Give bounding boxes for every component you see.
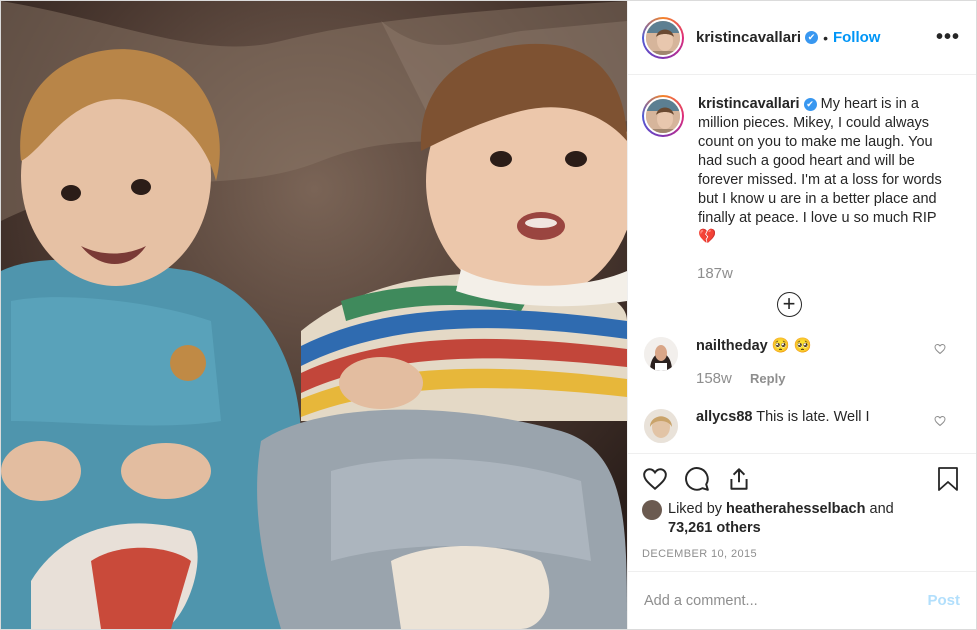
caption-username[interactable]: kristincavallari xyxy=(698,96,800,112)
share-icon[interactable] xyxy=(726,466,752,492)
comment-text: 🥺 🥺 xyxy=(771,338,812,354)
likes-summary: Liked by heatherahesselbach and 73,261 o… xyxy=(642,500,960,538)
liker-avatar[interactable] xyxy=(642,500,662,520)
comment-item: nailtheday 🥺 🥺 158w Reply xyxy=(642,337,960,387)
commenter-avatar[interactable] xyxy=(644,337,678,371)
likes-count[interactable]: 73,261 others xyxy=(668,520,761,536)
post-photo[interactable] xyxy=(1,1,627,629)
comment-username[interactable]: nailtheday xyxy=(696,338,768,354)
more-options-icon[interactable]: ••• xyxy=(936,26,960,49)
post-date[interactable]: DECEMBER 10, 2015 xyxy=(642,548,960,560)
comment-body: nailtheday 🥺 🥺 158w Reply xyxy=(696,337,812,387)
post-comment-button[interactable]: Post xyxy=(927,592,960,609)
action-icons-row xyxy=(642,466,960,492)
caption-verified-icon: ✔ xyxy=(803,97,817,111)
caption-author-avatar[interactable] xyxy=(642,95,684,137)
comments-section[interactable]: kristincavallari ✔ My heart is in a milli… xyxy=(628,75,976,453)
like-comment-heart-icon[interactable] xyxy=(934,415,946,427)
author-username[interactable]: kristincavallari xyxy=(696,29,801,46)
likes-conjunction: and xyxy=(869,501,894,517)
commenter-avatar-image xyxy=(644,337,678,371)
reply-button[interactable]: Reply xyxy=(750,371,785,386)
commenter-avatar[interactable] xyxy=(644,409,678,443)
post-header: kristincavallari ✔ • Follow ••• xyxy=(628,1,976,75)
comment-body: allycs88 This is late. Well I xyxy=(696,409,870,443)
follow-button[interactable]: Follow xyxy=(833,29,881,46)
comment-timestamp[interactable]: 158w xyxy=(696,370,732,387)
comment-item: allycs88 This is late. Well I xyxy=(642,409,960,443)
comment-username[interactable]: allycs88 xyxy=(696,409,752,425)
instagram-post: kristincavallari ✔ • Follow ••• kristinc… xyxy=(0,0,977,630)
add-comment-input[interactable] xyxy=(644,592,928,609)
caption-timestamp[interactable]: 187w xyxy=(697,265,960,282)
liker-username[interactable]: heatherahesselbach xyxy=(726,501,865,517)
add-comment-bar: Post xyxy=(628,571,976,629)
caption-text: My heart is in a million pieces. Mikey, … xyxy=(698,96,942,245)
save-bookmark-icon[interactable] xyxy=(936,466,960,492)
caption-avatar-image xyxy=(646,99,680,133)
photo-two-toddlers xyxy=(1,1,627,629)
commenter-avatar-image xyxy=(644,409,678,443)
verified-badge-icon: ✔ xyxy=(805,31,819,44)
comment-bubble-icon[interactable] xyxy=(684,466,710,492)
comment-text: This is late. Well I xyxy=(756,409,870,425)
load-more-comments-icon[interactable]: + xyxy=(776,292,802,317)
author-avatar[interactable] xyxy=(642,16,684,59)
caption-text-block: kristincavallari ✔ My heart is in a milli… xyxy=(698,95,948,247)
avatar-image xyxy=(646,20,680,55)
likes-prefix: Liked by xyxy=(668,501,723,517)
post-actions: Liked by heatherahesselbach and 73,261 o… xyxy=(628,453,976,571)
post-caption: kristincavallari ✔ My heart is in a milli… xyxy=(642,95,960,247)
like-comment-heart-icon[interactable] xyxy=(934,343,946,355)
separator-dot: • xyxy=(823,29,828,46)
like-heart-icon[interactable] xyxy=(642,466,668,492)
post-sidebar: kristincavallari ✔ • Follow ••• kristinc… xyxy=(627,1,976,629)
